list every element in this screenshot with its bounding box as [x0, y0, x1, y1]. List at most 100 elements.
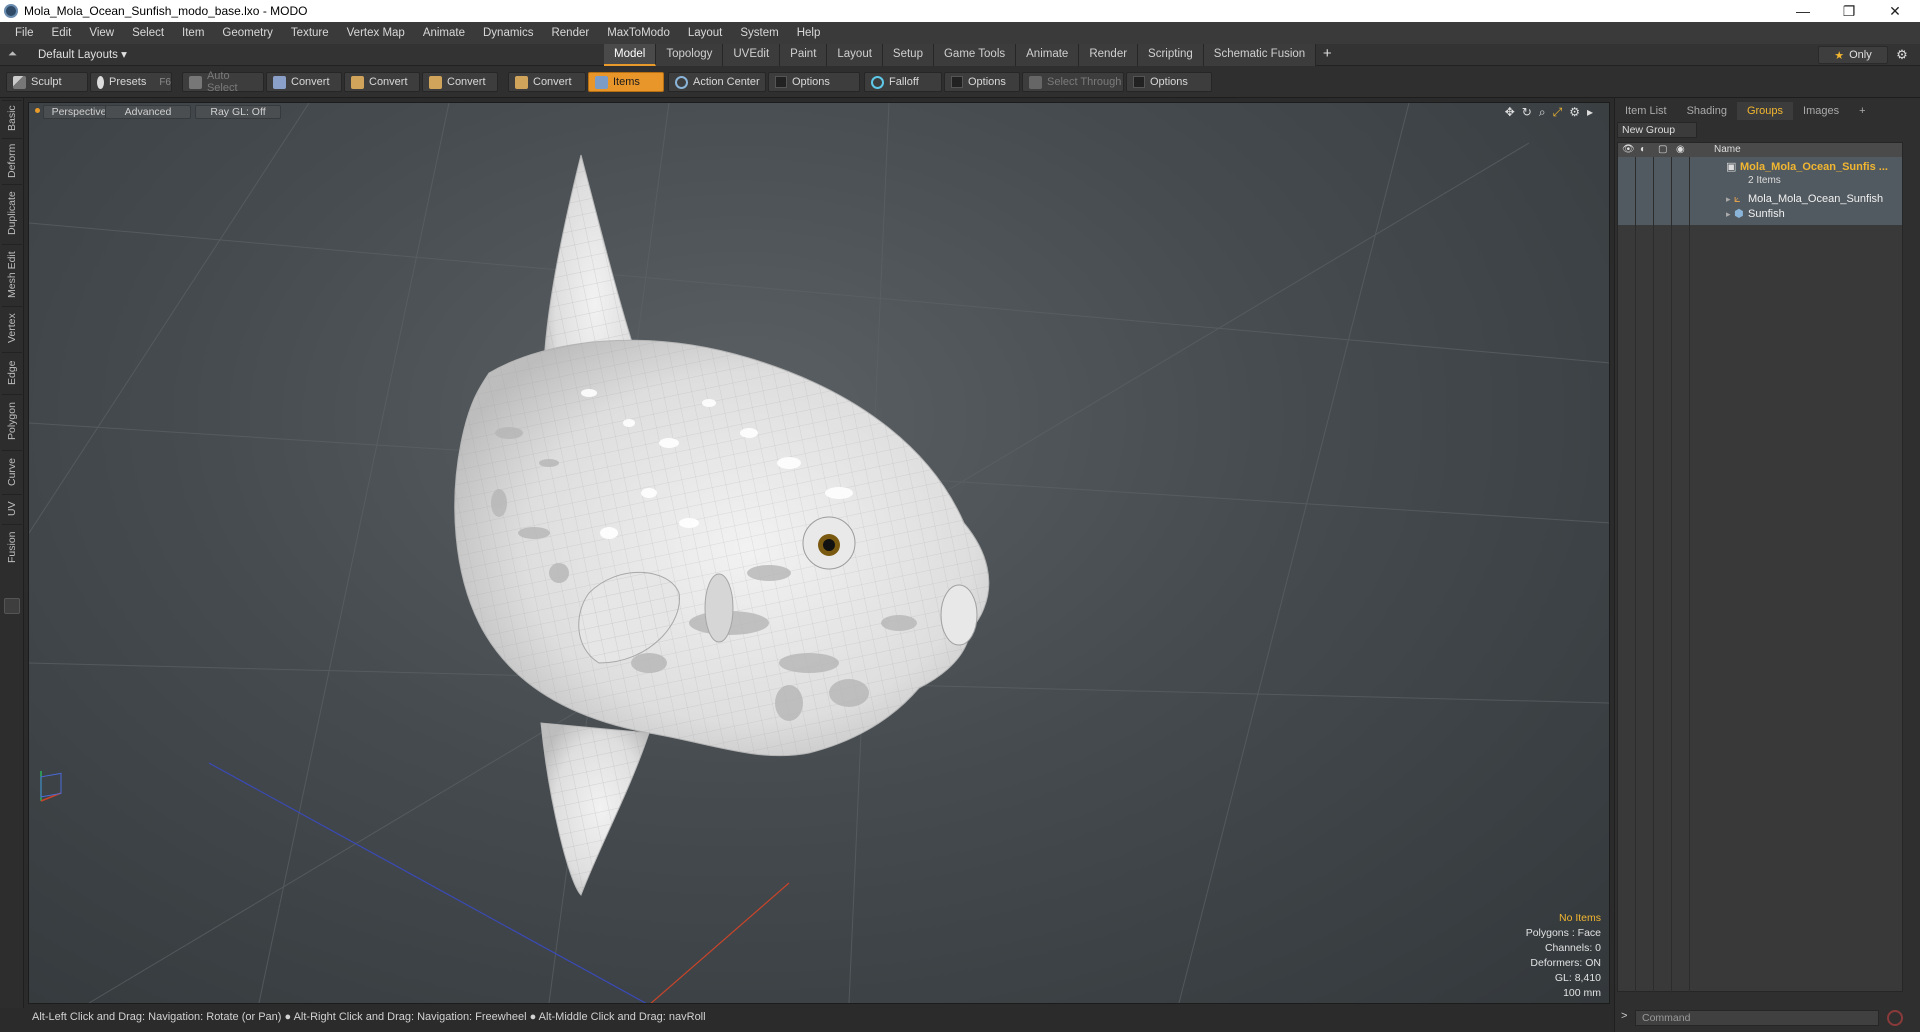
minimize-button[interactable]: —: [1780, 0, 1826, 22]
vtab-duplicate[interactable]: Duplicate: [2, 184, 22, 242]
action-center-button[interactable]: Action Center: [668, 72, 766, 92]
right-panel: Item List Shading Groups Images + New Gr…: [1614, 98, 1920, 1032]
menu-system[interactable]: System: [731, 27, 787, 39]
new-group-button[interactable]: New Group: [1617, 122, 1697, 138]
convert-polygon-button[interactable]: Convert: [422, 72, 498, 92]
pan-icon[interactable]: ✥: [1505, 105, 1515, 120]
tab-layout[interactable]: Layout: [827, 44, 883, 66]
expand-arrow-icon[interactable]: ▸: [1726, 206, 1731, 222]
tab-topology[interactable]: Topology: [656, 44, 724, 66]
menu-help[interactable]: Help: [788, 27, 830, 39]
gear-icon[interactable]: ⚙: [1894, 47, 1910, 63]
3d-viewport[interactable]: Perspective Advanced Ray GL: Off ✥ ↻ ⌕ ⤢…: [28, 102, 1610, 1004]
window-title: Mola_Mola_Ocean_Sunfish_modo_base.lxo - …: [24, 4, 308, 18]
viewport-expand-icon[interactable]: ▸: [1587, 105, 1593, 120]
action-center-options-button[interactable]: Options: [768, 72, 860, 92]
viewport-menu-dot[interactable]: [35, 108, 40, 113]
close-button[interactable]: ✕: [1872, 0, 1918, 22]
list-item[interactable]: ▸ ⟀ Mola_Mola_Ocean_Sunfish: [1618, 191, 1902, 207]
record-icon[interactable]: [1887, 1010, 1903, 1026]
options-checkbox[interactable]: [775, 76, 787, 88]
menu-render[interactable]: Render: [542, 27, 598, 39]
menu-edit[interactable]: Edit: [43, 27, 81, 39]
vtab-uv[interactable]: UV: [2, 494, 22, 522]
falloff-label: Falloff: [889, 76, 919, 88]
tab-setup[interactable]: Setup: [882, 44, 934, 66]
falloff-options-button[interactable]: Options: [944, 72, 1020, 92]
tab-model[interactable]: Model: [604, 44, 657, 66]
vtab-mesh-edit[interactable]: Mesh Edit: [2, 244, 22, 304]
tab-images[interactable]: Images: [1793, 102, 1849, 120]
menu-view[interactable]: View: [80, 27, 123, 39]
vtab-polygon[interactable]: Polygon: [2, 394, 22, 448]
layout-dropdown[interactable]: Default Layouts ▾: [38, 47, 127, 61]
layout-collapse-icon[interactable]: ⏶: [8, 48, 22, 62]
sculpt-button[interactable]: Sculpt: [6, 72, 88, 92]
visibility-eye-icon[interactable]: 👁: [1622, 143, 1635, 157]
tab-render[interactable]: Render: [1079, 44, 1139, 66]
options-checkbox[interactable]: [951, 76, 963, 88]
select-icon[interactable]: ◉: [1676, 143, 1685, 157]
convert-vertex-button[interactable]: Convert: [266, 72, 342, 92]
right-panel-tabs: Item List Shading Groups Images +: [1615, 102, 1920, 120]
menu-maxtomodo[interactable]: MaxToModo: [598, 27, 679, 39]
vtab-vertex[interactable]: Vertex: [2, 306, 22, 350]
tab-scripting[interactable]: Scripting: [1138, 44, 1204, 66]
only-button[interactable]: ★ Only: [1818, 46, 1888, 64]
menu-file[interactable]: File: [6, 27, 43, 39]
shading-mode-button[interactable]: Advanced: [105, 105, 191, 119]
menu-vertex-map[interactable]: Vertex Map: [338, 27, 414, 39]
menu-dynamics[interactable]: Dynamics: [474, 27, 542, 39]
raygl-toggle-button[interactable]: Ray GL: Off: [195, 105, 281, 119]
menu-select[interactable]: Select: [123, 27, 173, 39]
tab-shading[interactable]: Shading: [1677, 102, 1737, 120]
panel-toggle-button[interactable]: [4, 598, 20, 614]
tab-item-list[interactable]: Item List: [1615, 102, 1677, 120]
menu-geometry[interactable]: Geometry: [213, 27, 282, 39]
convert-edge-button[interactable]: Convert: [344, 72, 420, 92]
presets-button[interactable]: Presets F6: [90, 72, 172, 92]
vtab-curve[interactable]: Curve: [2, 450, 22, 492]
menu-texture[interactable]: Texture: [282, 27, 338, 39]
menu-layout[interactable]: Layout: [679, 27, 732, 39]
convert-icon: [351, 75, 364, 89]
expand-arrow-icon[interactable]: ▸: [1726, 191, 1731, 207]
auto-select-icon: [189, 75, 202, 89]
rotate-icon[interactable]: ↻: [1522, 105, 1532, 120]
menu-item[interactable]: Item: [173, 27, 213, 39]
add-panel-tab-button[interactable]: +: [1849, 102, 1875, 120]
vtab-edge[interactable]: Edge: [2, 352, 22, 392]
tab-uvedit[interactable]: UVEdit: [723, 44, 781, 66]
lock-icon[interactable]: ▢: [1658, 143, 1667, 157]
select-through-options-button[interactable]: Options: [1126, 72, 1212, 92]
select-through-button[interactable]: Select Through: [1022, 72, 1124, 92]
tab-game-tools[interactable]: Game Tools: [933, 44, 1017, 66]
vtab-basic[interactable]: Basic: [2, 100, 22, 136]
menu-animate[interactable]: Animate: [414, 27, 474, 39]
vtab-deform[interactable]: Deform: [2, 138, 22, 182]
render-icon[interactable]: ◐: [1640, 143, 1646, 157]
mesh-icon: ⬢: [1734, 208, 1744, 220]
convert-label-1: Convert: [291, 76, 330, 88]
list-item[interactable]: ▸ ⬢ Sunfish: [1618, 206, 1902, 222]
name-column-header[interactable]: Name: [1714, 143, 1741, 157]
command-input[interactable]: Command: [1635, 1010, 1879, 1026]
zoom-icon[interactable]: ⌕: [1539, 105, 1546, 120]
tab-paint[interactable]: Paint: [780, 44, 828, 66]
tab-groups[interactable]: Groups: [1736, 102, 1794, 120]
vtab-fusion[interactable]: Fusion: [2, 524, 22, 570]
items-mode-button[interactable]: Items: [588, 72, 664, 92]
scene-render[interactable]: [29, 103, 1610, 1004]
options-checkbox[interactable]: [1133, 76, 1145, 88]
add-tab-button[interactable]: +: [1316, 44, 1338, 66]
tab-schematic-fusion[interactable]: Schematic Fusion: [1203, 44, 1317, 66]
viewport-settings-icon[interactable]: ⚙: [1569, 105, 1580, 120]
auto-select-button[interactable]: Auto Select: [182, 70, 264, 94]
restore-button[interactable]: ❐: [1826, 0, 1872, 22]
fit-icon[interactable]: ⤢: [1553, 105, 1563, 120]
convert-item-button[interactable]: Convert: [508, 72, 586, 92]
sunfish-model[interactable]: [454, 154, 990, 896]
falloff-button[interactable]: Falloff: [864, 72, 942, 92]
only-label: Only: [1849, 49, 1872, 61]
tab-animate[interactable]: Animate: [1016, 44, 1080, 66]
